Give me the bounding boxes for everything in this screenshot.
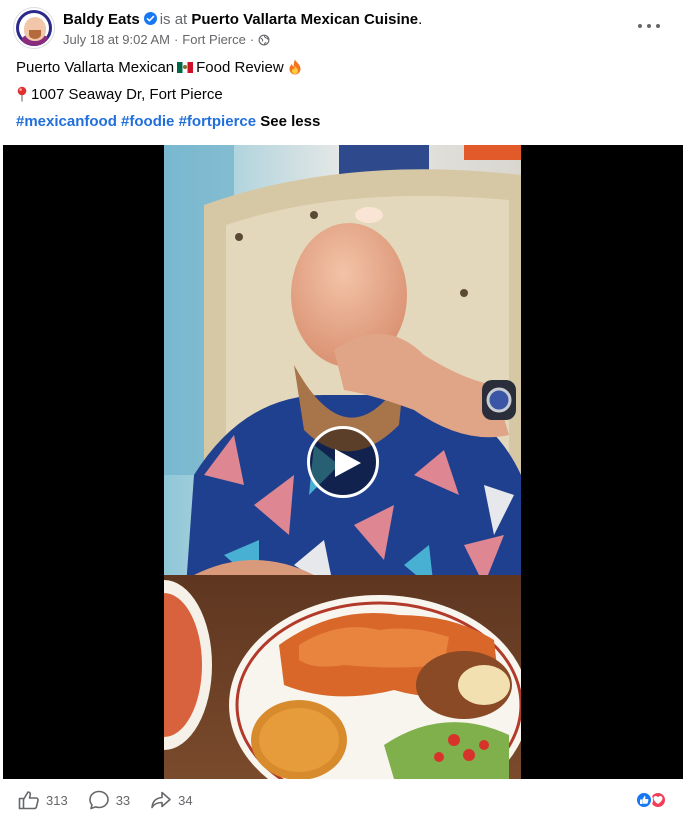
post-actions: 313 33 34 <box>0 779 686 821</box>
post-location[interactable]: Fort Pierce <box>182 32 246 47</box>
post-meta: Baldy Eats is at Puerto Vallarta Mexican … <box>63 10 422 48</box>
author-avatar[interactable] <box>14 8 54 48</box>
verified-badge-icon <box>143 12 157 25</box>
video-player[interactable] <box>3 145 683 779</box>
post-text-line-3: #mexicanfood #foodie #fortpierce See les… <box>16 112 670 132</box>
globe-icon[interactable] <box>258 34 270 46</box>
comment-icon <box>88 790 109 810</box>
mexico-flag-emoji <box>177 62 194 73</box>
fire-emoji <box>289 59 301 75</box>
post-header: Baldy Eats is at Puerto Vallarta Mexican … <box>14 8 672 52</box>
play-button[interactable] <box>307 426 379 498</box>
share-icon <box>151 791 171 809</box>
like-reaction-icon <box>635 791 653 809</box>
author-name[interactable]: Baldy Eats <box>63 11 140 28</box>
see-less-button[interactable]: See less <box>260 113 320 130</box>
separator-dot-2: · <box>249 32 255 47</box>
comment-count: 33 <box>115 792 131 808</box>
post-timestamp[interactable]: July 18 at 9:02 AM <box>63 32 170 47</box>
share-count: 34 <box>178 792 193 808</box>
like-button[interactable]: 313 <box>18 790 68 810</box>
review-title-part-2: Food Review <box>196 59 284 76</box>
post-text-line-1: Puerto Vallarta Mexican Food Review <box>16 58 670 78</box>
post-card: Baldy Eats is at Puerto Vallarta Mexican … <box>0 0 686 821</box>
share-button[interactable]: 34 <box>150 790 193 810</box>
address-text: 1007 Seaway Dr, Fort Pierce <box>31 86 223 103</box>
post-text-line-2: 1007 Seaway Dr, Fort Pierce <box>16 85 670 105</box>
hashtag-foodie[interactable]: #foodie <box>121 113 174 130</box>
place-link[interactable]: Puerto Vallarta Mexican Cuisine <box>191 11 418 28</box>
separator-dot: · <box>173 32 179 47</box>
hashtag-fortpierce[interactable]: #fortpierce <box>179 113 257 130</box>
is-at-text: is at <box>159 11 188 28</box>
more-options-icon[interactable] <box>638 18 660 34</box>
post-text: Puerto Vallarta Mexican Food Review 1007 … <box>16 58 670 139</box>
post-subline: July 18 at 9:02 AM · Fort Pierce · <box>63 31 422 48</box>
author-line: Baldy Eats is at Puerto Vallarta Mexican … <box>63 10 422 29</box>
period-text: . <box>418 11 423 28</box>
like-icon <box>18 791 39 810</box>
review-title-part-1: Puerto Vallarta Mexican <box>16 59 175 76</box>
reactions-summary[interactable] <box>635 791 669 809</box>
round-pushpin-emoji <box>17 86 27 102</box>
like-count: 313 <box>46 792 68 808</box>
hashtag-mexicanfood[interactable]: #mexicanfood <box>16 113 117 130</box>
play-icon <box>335 449 361 477</box>
comment-button[interactable]: 33 <box>88 790 130 810</box>
